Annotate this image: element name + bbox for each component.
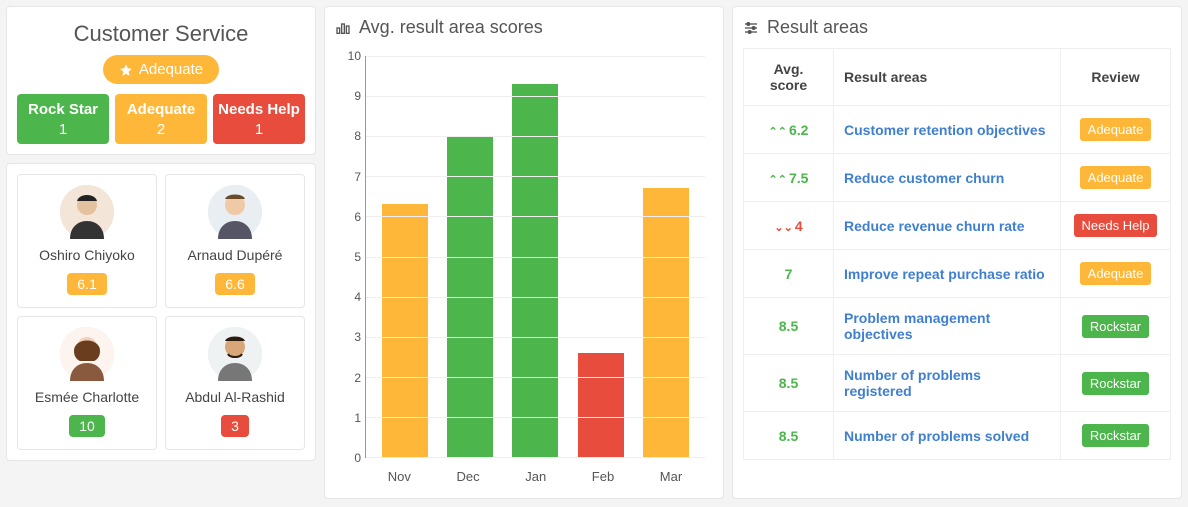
trend-up-icon: ⌃⌃ xyxy=(769,126,787,138)
y-tick: 0 xyxy=(335,451,361,465)
row-score: 8.5 xyxy=(744,355,834,412)
team-rating-label: Adequate xyxy=(139,61,203,78)
x-tick: Mar xyxy=(660,469,682,484)
y-tick: 3 xyxy=(335,330,361,344)
status-label: Needs Help xyxy=(217,101,301,119)
y-tick: 9 xyxy=(335,89,361,103)
bar-chart-icon xyxy=(335,20,351,36)
status-count: 1 xyxy=(21,121,105,138)
y-tick: 6 xyxy=(335,210,361,224)
row-score: ⌃⌃7.5 xyxy=(744,154,834,202)
result-areas-title: Result areas xyxy=(767,17,868,38)
person-name: Oshiro Chiyoko xyxy=(26,247,148,265)
table-row: 8.5 Problem management objectives Rockstar xyxy=(744,298,1171,355)
score-badge: 10 xyxy=(69,415,105,437)
person-name: Arnaud Dupéré xyxy=(174,247,296,265)
result-area-link[interactable]: Customer retention objectives xyxy=(844,122,1046,138)
y-tick: 2 xyxy=(335,371,361,385)
people-card: Oshiro Chiyoko 6.1 Arnaud Dupéré 6.6 Esmée C… xyxy=(6,163,316,461)
status-count: 2 xyxy=(119,121,203,138)
person-name: Abdul Al-Rashid xyxy=(174,389,296,407)
y-tick: 4 xyxy=(335,290,361,304)
y-tick: 10 xyxy=(335,49,361,63)
table-row: ⌃⌃7.5 Reduce customer churn Adequate xyxy=(744,154,1171,202)
row-score: 8.5 xyxy=(744,298,834,355)
col-area: Result areas xyxy=(834,49,1061,106)
status-tile[interactable]: Rock Star 1 xyxy=(17,94,109,144)
result-area-link[interactable]: Reduce customer churn xyxy=(844,170,1004,186)
status-label: Adequate xyxy=(119,101,203,119)
result-areas-card: Result areas Avg. score Result areas Rev… xyxy=(732,6,1182,499)
chart-bar[interactable] xyxy=(578,353,624,457)
status-tile[interactable]: Adequate 2 xyxy=(115,94,207,144)
person-card[interactable]: Esmée Charlotte 10 xyxy=(17,316,157,450)
person-name: Esmée Charlotte xyxy=(26,389,148,407)
review-badge: Adequate xyxy=(1080,166,1152,189)
avatar xyxy=(208,327,262,381)
table-row: 8.5 Number of problems registered Rockstar xyxy=(744,355,1171,412)
x-tick: Dec xyxy=(457,469,480,484)
table-row: ⌄⌄4 Reduce revenue churn rate Needs Help xyxy=(744,202,1171,250)
review-badge: Adequate xyxy=(1080,262,1152,285)
score-badge: 3 xyxy=(221,415,249,437)
team-summary-card: Customer Service Adequate Rock Star 1 Adeq… xyxy=(6,6,316,155)
y-tick: 5 xyxy=(335,250,361,264)
review-badge: Rockstar xyxy=(1082,424,1149,447)
star-icon xyxy=(119,63,133,77)
avatar xyxy=(60,185,114,239)
trend-down-icon: ⌄⌄ xyxy=(774,222,792,234)
status-count: 1 xyxy=(217,121,301,138)
y-tick: 1 xyxy=(335,411,361,425)
result-area-link[interactable]: Number of problems solved xyxy=(844,428,1029,444)
score-badge: 6.1 xyxy=(67,273,106,295)
table-row: 7 Improve repeat purchase ratio Adequate xyxy=(744,250,1171,298)
y-tick: 7 xyxy=(335,170,361,184)
x-tick: Feb xyxy=(592,469,614,484)
avatar xyxy=(60,327,114,381)
row-score: 7 xyxy=(744,250,834,298)
trend-up-icon: ⌃⌃ xyxy=(769,174,787,186)
col-review: Review xyxy=(1061,49,1171,106)
sliders-icon xyxy=(743,20,759,36)
x-tick: Nov xyxy=(388,469,411,484)
table-row: ⌃⌃6.2 Customer retention objectives Adequa… xyxy=(744,106,1171,154)
row-score: ⌃⌃6.2 xyxy=(744,106,834,154)
review-badge: Rockstar xyxy=(1082,372,1149,395)
person-card[interactable]: Oshiro Chiyoko 6.1 xyxy=(17,174,157,308)
person-card[interactable]: Abdul Al-Rashid 3 xyxy=(165,316,305,450)
table-row: 8.5 Number of problems solved Rockstar xyxy=(744,412,1171,460)
result-area-link[interactable]: Number of problems registered xyxy=(844,367,981,399)
review-badge: Rockstar xyxy=(1082,315,1149,338)
review-badge: Adequate xyxy=(1080,118,1152,141)
row-score: ⌄⌄4 xyxy=(744,202,834,250)
team-title: Customer Service xyxy=(17,21,305,47)
person-card[interactable]: Arnaud Dupéré 6.6 xyxy=(165,174,305,308)
avatar xyxy=(208,185,262,239)
row-score: 8.5 xyxy=(744,412,834,460)
score-badge: 6.6 xyxy=(215,273,254,295)
review-badge: Needs Help xyxy=(1074,214,1158,237)
result-area-link[interactable]: Improve repeat purchase ratio xyxy=(844,266,1045,282)
result-area-link[interactable]: Problem management objectives xyxy=(844,310,990,342)
chart-bar[interactable] xyxy=(512,84,558,457)
x-tick: Jan xyxy=(525,469,546,484)
status-tile[interactable]: Needs Help 1 xyxy=(213,94,305,144)
y-tick: 8 xyxy=(335,129,361,143)
col-score: Avg. score xyxy=(744,49,834,106)
chart-bar[interactable] xyxy=(382,204,428,457)
chart-card: Avg. result area scores Nov Dec Jan Feb Mar … xyxy=(324,6,724,499)
result-areas-table: Avg. score Result areas Review ⌃⌃6.2 Cust… xyxy=(743,48,1171,460)
team-rating-badge: Adequate xyxy=(103,55,219,84)
result-area-link[interactable]: Reduce revenue churn rate xyxy=(844,218,1025,234)
status-label: Rock Star xyxy=(21,101,105,119)
chart-title: Avg. result area scores xyxy=(359,17,543,38)
bar-chart: Nov Dec Jan Feb Mar 0 1 2 3 4 5 6 7 8 9 10 xyxy=(335,48,713,488)
